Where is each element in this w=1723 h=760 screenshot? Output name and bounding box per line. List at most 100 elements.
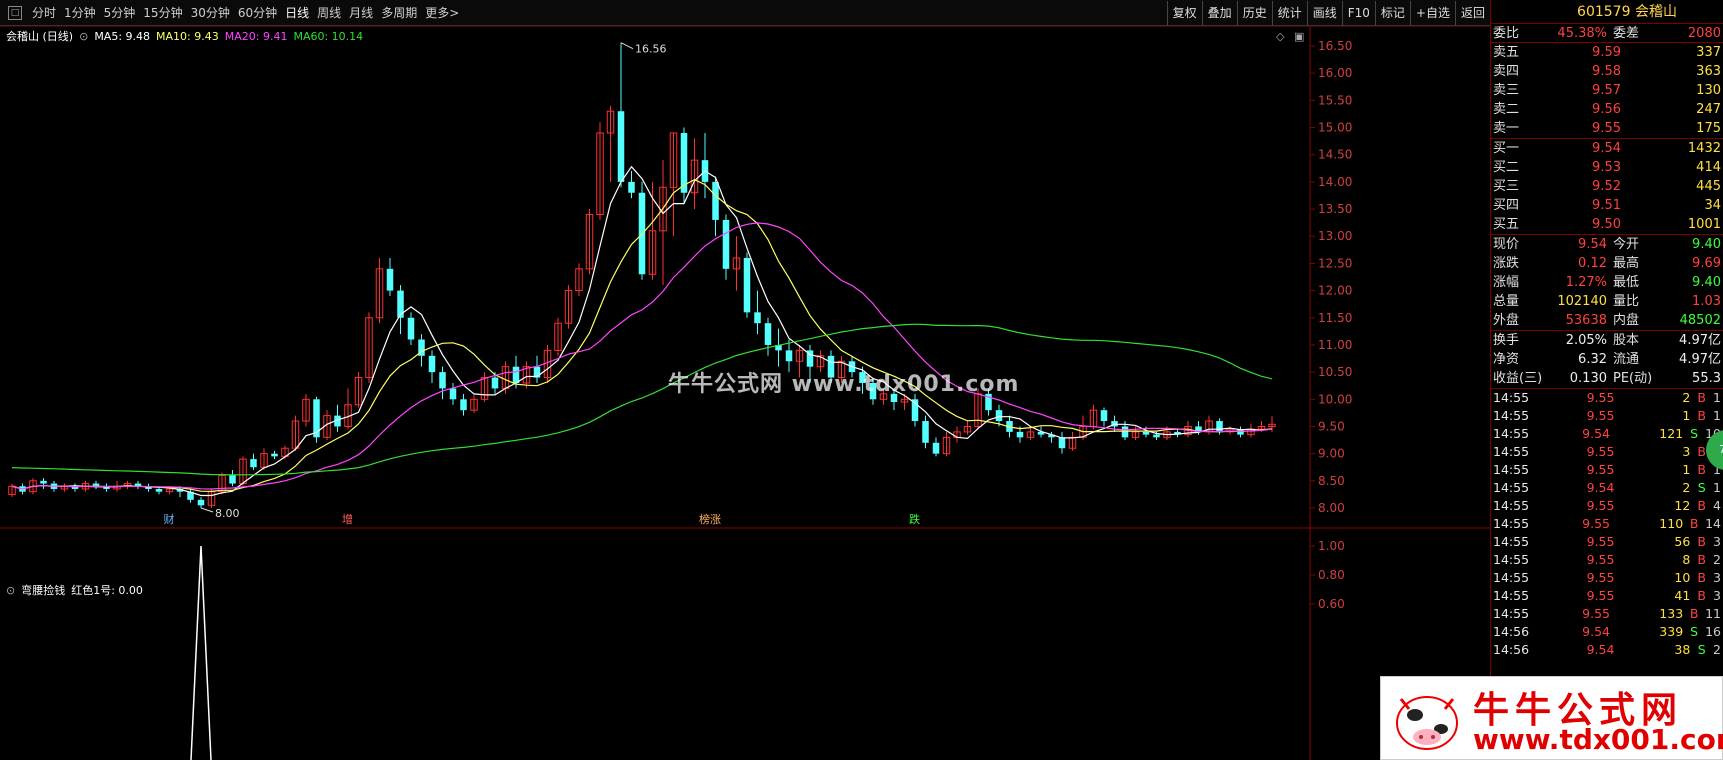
period-tab-10[interactable]: 更多> bbox=[421, 0, 463, 26]
level-price: 9.55 bbox=[1592, 121, 1621, 136]
stat-value: 2.05% bbox=[1565, 333, 1607, 348]
window-menu-icon[interactable]: □ bbox=[8, 5, 22, 20]
tool-button-7[interactable]: +自选 bbox=[1409, 1, 1455, 26]
tick-direction: B bbox=[1697, 498, 1706, 513]
price-axis-label: 8.00 bbox=[1318, 501, 1345, 515]
level-price: 9.54 bbox=[1592, 141, 1621, 156]
stat-row: 净资 6.32 流通 4.97亿 bbox=[1491, 350, 1723, 369]
bids-level-row[interactable]: 买二 9.53 414 bbox=[1491, 158, 1723, 177]
stat-value: 9.69 bbox=[1692, 256, 1721, 271]
tick-time: 14:55 bbox=[1493, 390, 1530, 405]
tool-button-8[interactable]: 返回 bbox=[1454, 1, 1490, 26]
tick-row: 14:55 9.55 8 B 2 bbox=[1491, 551, 1723, 569]
price-axis-label: 12.00 bbox=[1318, 284, 1352, 298]
level-volume: 247 bbox=[1696, 102, 1721, 117]
candle-body-down bbox=[428, 355, 436, 373]
tool-button-5[interactable]: F10 bbox=[1341, 1, 1375, 26]
period-tab-2[interactable]: 5分钟 bbox=[100, 0, 140, 26]
stat-label: 内盘 bbox=[1613, 313, 1640, 328]
bids-level-row[interactable]: 买四 9.51 34 bbox=[1491, 196, 1723, 215]
period-tab-7[interactable]: 周线 bbox=[313, 0, 345, 26]
site-logo: 牛牛公式网 www.tdx001.com bbox=[1380, 676, 1723, 760]
period-tab-0[interactable]: 分时 bbox=[28, 0, 60, 26]
bids-level-row[interactable]: 买一 9.54 1432 bbox=[1491, 139, 1723, 158]
price-axis-label: 15.00 bbox=[1318, 121, 1352, 135]
candle-body-down bbox=[397, 290, 404, 318]
tool-button-1[interactable]: 叠加 bbox=[1201, 1, 1237, 26]
indicator-name[interactable]: 弯腰捡钱 bbox=[21, 582, 65, 598]
asks-level-row[interactable]: 卖一 9.55 175 bbox=[1491, 119, 1723, 138]
tick-count: 2 bbox=[1713, 642, 1721, 657]
asks-level-row[interactable]: 卖四 9.58 363 bbox=[1491, 62, 1723, 81]
stat-label: 外盘 bbox=[1493, 313, 1520, 328]
collapse-icon[interactable]: ⊙ bbox=[6, 584, 15, 597]
tick-price: 9.55 bbox=[1582, 606, 1611, 621]
stat-label: 流通 bbox=[1613, 352, 1640, 367]
ask-book: 卖五 9.59 337 卖四 9.58 363 卖三 9.57 130 卖二 9.56 247 卖一 9.… bbox=[1491, 43, 1723, 139]
event-marker[interactable]: 财 bbox=[164, 512, 175, 526]
tool-button-4[interactable]: 画线 bbox=[1306, 1, 1342, 26]
period-tab-5[interactable]: 60分钟 bbox=[234, 0, 281, 26]
tick-volume: 339 bbox=[1659, 624, 1684, 639]
price-axis-label: 13.50 bbox=[1318, 202, 1352, 216]
stat-row: 现价 9.54 今开 9.40 bbox=[1491, 235, 1723, 254]
tick-direction: B bbox=[1689, 516, 1699, 531]
bids-level-row[interactable]: 买五 9.50 1001 bbox=[1491, 215, 1723, 234]
tick-volume: 56 bbox=[1674, 534, 1691, 549]
tick-count: 14 bbox=[1705, 516, 1721, 531]
period-tab-9[interactable]: 多周期 bbox=[377, 0, 421, 26]
period-tab-6[interactable]: 日线 bbox=[281, 0, 313, 26]
weibi-value: 45.38% bbox=[1557, 26, 1607, 41]
price-axis-label: 14.00 bbox=[1318, 175, 1352, 189]
period-tab-3[interactable]: 15分钟 bbox=[139, 0, 186, 26]
stat-value: 53638 bbox=[1565, 313, 1607, 328]
period-tab-4[interactable]: 30分钟 bbox=[187, 0, 234, 26]
tick-volume: 10 bbox=[1674, 570, 1691, 585]
quote-panel: 601579 会稽山 委比 45.38% 委差 2080 卖五 9.59 337 卖四… bbox=[1490, 0, 1723, 760]
tool-button-0[interactable]: 复权 bbox=[1166, 1, 1202, 26]
stat-value: 1.03 bbox=[1692, 294, 1721, 309]
asks-level-row[interactable]: 卖五 9.59 337 bbox=[1491, 43, 1723, 62]
level-price: 9.56 bbox=[1592, 102, 1621, 117]
tick-price: 9.54 bbox=[1582, 426, 1611, 441]
price-axis-label: 13.00 bbox=[1318, 229, 1352, 243]
event-marker[interactable]: 增 bbox=[342, 512, 353, 526]
tick-row: 14:55 9.55 133 B 11 bbox=[1491, 605, 1723, 623]
tick-row: 14:55 9.55 41 B 3 bbox=[1491, 587, 1723, 605]
tick-volume: 1 bbox=[1682, 462, 1691, 477]
period-tab-8[interactable]: 月线 bbox=[345, 0, 377, 26]
tick-price: 9.55 bbox=[1586, 444, 1615, 459]
diamond-icon: ◇ bbox=[1276, 30, 1285, 43]
tick-list[interactable]: 14:559.552B114:559.551B114:559.54121S101… bbox=[1491, 389, 1723, 659]
tool-button-3[interactable]: 统计 bbox=[1271, 1, 1307, 26]
asks-level-row[interactable]: 卖二 9.56 247 bbox=[1491, 100, 1723, 119]
tick-direction: S bbox=[1697, 480, 1706, 495]
tool-button-6[interactable]: 标记 bbox=[1374, 1, 1410, 26]
period-tab-1[interactable]: 1分钟 bbox=[60, 0, 100, 26]
weibi-label: 委比 bbox=[1493, 26, 1520, 41]
candle-body-down bbox=[754, 312, 761, 324]
stat-label: 量比 bbox=[1613, 294, 1640, 309]
tick-count: 1 bbox=[1713, 480, 1721, 495]
stat-label: 最高 bbox=[1613, 256, 1640, 271]
tick-direction: S bbox=[1690, 624, 1699, 639]
event-marker[interactable]: 跌 bbox=[909, 512, 920, 526]
candle-body-down bbox=[995, 410, 1003, 422]
tick-direction: B bbox=[1697, 570, 1706, 585]
level-volume: 414 bbox=[1696, 160, 1721, 175]
asks-level-row[interactable]: 卖三 9.57 130 bbox=[1491, 81, 1723, 100]
ma5-value: MA5: 9.48 bbox=[94, 29, 151, 43]
collapse-icon[interactable]: ⊙ bbox=[79, 30, 88, 43]
candle-body-down bbox=[197, 499, 205, 506]
candle-body-down bbox=[449, 388, 457, 400]
candle-body-down bbox=[785, 350, 793, 362]
event-marker[interactable]: 榜涨 bbox=[699, 512, 721, 526]
stat-value: 9.40 bbox=[1692, 237, 1721, 252]
bids-level-row[interactable]: 买三 9.52 445 bbox=[1491, 177, 1723, 196]
stat-label: 涨跌 bbox=[1493, 256, 1520, 271]
tick-direction: B bbox=[1697, 408, 1706, 423]
stat-value: 0.130 bbox=[1569, 371, 1607, 386]
stat-label: PE(动) bbox=[1613, 371, 1653, 386]
price-axis-label: 8.50 bbox=[1318, 474, 1345, 488]
tool-button-2[interactable]: 历史 bbox=[1236, 1, 1272, 26]
